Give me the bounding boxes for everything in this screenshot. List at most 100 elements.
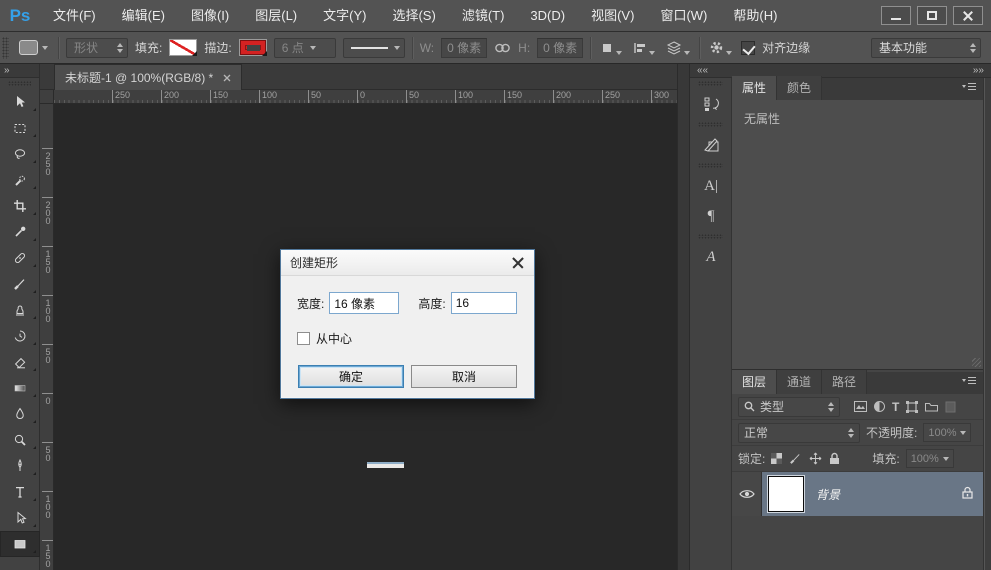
menu-item[interactable]: 图层(L): [242, 0, 310, 31]
rect-width-input[interactable]: [329, 292, 399, 314]
blend-mode-select[interactable]: 正常: [738, 423, 860, 443]
filter-adjustment-layers-icon[interactable]: [874, 401, 885, 412]
shape-height-field[interactable]: 0 像素: [537, 38, 583, 58]
filter-shape-layers-icon[interactable]: [906, 401, 918, 413]
cancel-button[interactable]: 取消: [411, 365, 517, 388]
menu-item[interactable]: 视图(V): [578, 0, 647, 31]
fill-swatch[interactable]: [169, 39, 197, 56]
path-arrangement-button[interactable]: [664, 38, 692, 58]
tool-preset-picker[interactable]: [16, 38, 51, 57]
blur-tool[interactable]: [0, 401, 40, 427]
quick-selection-tool[interactable]: [0, 167, 40, 193]
layer-row-background[interactable]: 背景: [732, 472, 983, 516]
type-tool[interactable]: [0, 479, 40, 505]
canvas-scrollbar-gutter[interactable]: [677, 64, 690, 570]
lasso-tool[interactable]: [0, 141, 40, 167]
stroke-width-select[interactable]: 6 点: [274, 38, 336, 58]
tab-channels[interactable]: 通道: [777, 370, 822, 394]
expand-panels-icon[interactable]: ««: [697, 64, 708, 77]
workspace-select[interactable]: 基本功能: [871, 38, 981, 58]
menu-item[interactable]: 滤镜(T): [449, 0, 518, 31]
dialog-close-icon[interactable]: [511, 256, 525, 270]
layer-visibility-toggle[interactable]: [732, 472, 762, 516]
path-operations-button[interactable]: [598, 38, 624, 58]
healing-brush-tool[interactable]: [0, 245, 40, 271]
menu-item[interactable]: 文件(F): [40, 0, 109, 31]
notes-panel-button[interactable]: [690, 130, 732, 160]
menu-item[interactable]: 选择(S): [379, 0, 448, 31]
menu-item[interactable]: 图像(I): [178, 0, 242, 31]
ruler-corner[interactable]: [40, 90, 54, 104]
lock-position-icon[interactable]: [809, 452, 822, 465]
layer-thumbnail[interactable]: [768, 476, 804, 512]
panel-menu-icon[interactable]: [961, 81, 977, 95]
panel-menu-icon[interactable]: [961, 375, 977, 389]
move-tool[interactable]: [0, 89, 40, 115]
dock-resize-gutter[interactable]: [983, 78, 991, 570]
collapse-panels-icon[interactable]: »»: [973, 64, 984, 77]
align-edges-checkbox[interactable]: [741, 41, 755, 55]
tools-collapse-button[interactable]: »: [0, 64, 39, 78]
ok-button[interactable]: 确定: [298, 365, 404, 388]
menu-item[interactable]: 窗口(W): [647, 0, 720, 31]
menu-item[interactable]: 3D(D): [517, 0, 578, 31]
path-selection-tool[interactable]: [0, 505, 40, 531]
close-button[interactable]: [953, 6, 983, 25]
lock-transparency-icon[interactable]: [771, 453, 782, 464]
shape-width-field[interactable]: 0 像素: [441, 38, 487, 58]
pen-tool[interactable]: [0, 453, 40, 479]
document-tab-close-icon[interactable]: [223, 74, 231, 82]
link-dimensions-icon[interactable]: [494, 43, 511, 53]
minimize-button[interactable]: [881, 6, 911, 25]
eyedropper-tool[interactable]: [0, 219, 40, 245]
dialog-title-bar[interactable]: 创建矩形: [281, 250, 534, 276]
crop-tool[interactable]: [0, 193, 40, 219]
updown-icon: [848, 428, 854, 438]
filter-type-layers-icon[interactable]: T: [892, 400, 899, 414]
options-grip[interactable]: [2, 37, 9, 59]
stroke-swatch[interactable]: [239, 39, 267, 56]
menu-list: 文件(F)编辑(E)图像(I)图层(L)文字(Y)选择(S)滤镜(T)3D(D)…: [40, 0, 790, 31]
menu-item[interactable]: 文字(Y): [310, 0, 379, 31]
filter-pixel-layers-icon[interactable]: [854, 401, 867, 412]
stroke-type-select[interactable]: [343, 38, 405, 58]
tab-color[interactable]: 颜色: [777, 76, 822, 100]
fill-opacity-field[interactable]: 100%: [906, 449, 954, 468]
brush-tool[interactable]: [0, 271, 40, 297]
tab-layers[interactable]: 图层: [732, 370, 777, 394]
opacity-field[interactable]: 100%: [923, 423, 971, 442]
path-alignment-button[interactable]: [631, 38, 657, 58]
menu-item[interactable]: 编辑(E): [109, 0, 178, 31]
maximize-button[interactable]: [917, 6, 947, 25]
rect-height-input[interactable]: [451, 292, 517, 314]
menu-item[interactable]: 帮助(H): [720, 0, 790, 31]
document-canvas-edge[interactable]: [367, 462, 404, 468]
document-tab[interactable]: 未标题-1 @ 100%(RGB/8) *: [54, 64, 242, 90]
character-styles-panel-button[interactable]: A: [690, 242, 732, 272]
tab-paths[interactable]: 路径: [822, 370, 867, 394]
tool-mode-select[interactable]: 形状: [66, 38, 128, 58]
character-panel-button[interactable]: A|: [690, 171, 732, 201]
filter-smart-objects-icon[interactable]: [925, 401, 938, 412]
dodge-tool[interactable]: [0, 427, 40, 453]
lock-all-icon[interactable]: [829, 452, 840, 465]
filter-kind-select[interactable]: 类型: [738, 397, 840, 417]
tab-properties[interactable]: 属性: [732, 76, 777, 100]
history-panel-button[interactable]: [690, 89, 732, 119]
lasso-tool-icon: [13, 147, 27, 161]
tools-grip[interactable]: [8, 81, 31, 86]
updown-icon: [828, 402, 834, 412]
from-center-checkbox[interactable]: [297, 332, 310, 345]
lock-image-icon[interactable]: [789, 452, 802, 465]
rectangle-tool[interactable]: [0, 531, 40, 557]
geometry-options-button[interactable]: [707, 37, 734, 58]
filter-toggle-icon[interactable]: [945, 401, 956, 413]
paragraph-panel-button[interactable]: ¶: [690, 201, 732, 231]
rectangular-marquee-tool[interactable]: [0, 115, 40, 141]
eraser-tool[interactable]: [0, 349, 40, 375]
gradient-tool[interactable]: [0, 375, 40, 401]
history-brush-tool[interactable]: [0, 323, 40, 349]
chevron-down-icon: [192, 51, 197, 56]
clone-stamp-tool[interactable]: [0, 297, 40, 323]
panel-resize-grip[interactable]: [972, 358, 981, 367]
